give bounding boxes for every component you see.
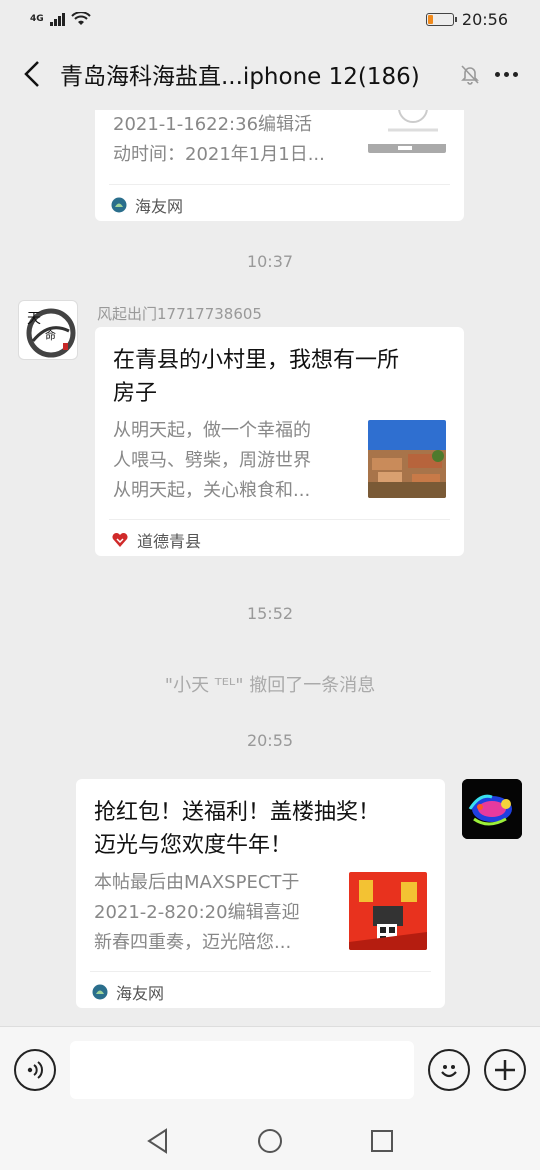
timestamp: 15:52 <box>246 604 294 623</box>
card-divider <box>90 971 431 972</box>
timestamp: 20:55 <box>246 731 294 750</box>
battery-fill <box>427 14 434 24</box>
input-bar <box>0 1026 540 1112</box>
add-button[interactable] <box>484 1048 526 1091</box>
more-button[interactable] <box>489 66 524 83</box>
link-card[interactable]: 抢红包！送福利！盖楼抽奖！ 迈光与您欢度牛年！ 本帖最后由MAXSPECT于 2… <box>76 779 445 1008</box>
nav-back-icon <box>147 1128 167 1154</box>
nav-home-button[interactable] <box>255 1126 285 1156</box>
chat-title: 青岛海科海盐直...iphone 12(186) <box>60 64 420 90</box>
network-type: 4G <box>30 14 44 24</box>
more-icon <box>495 71 500 77</box>
card-source: 海友网 <box>111 193 183 217</box>
chat-area[interactable]: 2021-1-1622:36编辑活 动时间：2021年1月1日... 海友网 1… <box>0 110 540 1026</box>
status-time: 20:56 <box>461 9 508 29</box>
voice-icon <box>27 1060 43 1079</box>
signal-icon <box>49 12 65 26</box>
svg-text:命: 命 <box>45 328 56 342</box>
card-desc: 从明天起，做一个幸福的 人喂马、劈柴，周游世界 从明天起，关心粮食和... <box>113 420 311 501</box>
sender-name: 风起出门17717738605 <box>97 305 262 323</box>
status-right: 20:56 <box>425 9 508 29</box>
card-divider <box>109 184 450 185</box>
emoji-icon <box>441 1064 457 1077</box>
timestamp: 10:37 <box>246 252 294 271</box>
back-button[interactable] <box>16 54 48 94</box>
status-bar: 4G 20:56 <box>0 0 540 38</box>
add-icon <box>495 1059 515 1080</box>
my-avatar[interactable] <box>462 779 522 839</box>
back-icon <box>24 61 39 87</box>
recall-notice: "小天 ᵀᴱᴸ" 撤回了一条消息 <box>164 675 376 696</box>
title-icons <box>459 63 524 85</box>
system-nav-bar <box>0 1112 540 1170</box>
card-thumbnail <box>368 420 446 498</box>
link-card[interactable]: 在青县的小村里，我想有一所 房子 从明天起，做一个幸福的 人喂马、劈柴，周游世界… <box>95 327 464 556</box>
daode-logo-icon <box>112 532 128 547</box>
battery-icon <box>425 12 457 26</box>
card-desc: 本帖最后由MAXSPECT于 2021-2-820:20编辑喜迎 新春四重奏，迈… <box>94 872 300 953</box>
card-title: 在青县的小村里，我想有一所 房子 <box>113 348 400 406</box>
card-source: 道德青县 <box>111 528 201 552</box>
nav-home-icon <box>258 1129 282 1153</box>
card-title: 抢红包！送福利！盖楼抽奖！ 迈光与您欢度牛年！ <box>94 800 381 858</box>
link-card[interactable]: 2021-1-1622:36编辑活 动时间：2021年1月1日... 海友网 <box>95 110 464 221</box>
avatar[interactable]: 天命 <box>18 300 78 360</box>
card-source: 海友网 <box>92 980 164 1004</box>
nav-recent-icon <box>371 1130 393 1152</box>
svg-text:天: 天 <box>27 311 41 327</box>
voice-button[interactable] <box>14 1048 56 1091</box>
title-bar: 青岛海科海盐直...iphone 12(186) <box>0 38 540 110</box>
status-left: 4G <box>30 12 91 26</box>
card-desc: 2021-1-1622:36编辑活 动时间：2021年1月1日... <box>113 114 325 165</box>
card-thumbnail <box>368 110 446 153</box>
card-thumbnail <box>349 872 427 950</box>
haiyou-logo-icon <box>92 984 108 1000</box>
message-input[interactable] <box>70 1040 414 1099</box>
haiyou-logo-icon <box>111 197 127 213</box>
card-divider <box>109 519 450 520</box>
nav-recent-button[interactable] <box>367 1126 397 1156</box>
nav-back-button[interactable] <box>143 1126 173 1156</box>
wifi-icon <box>70 12 91 25</box>
emoji-button[interactable] <box>428 1048 470 1091</box>
mute-bell-icon <box>461 65 479 85</box>
